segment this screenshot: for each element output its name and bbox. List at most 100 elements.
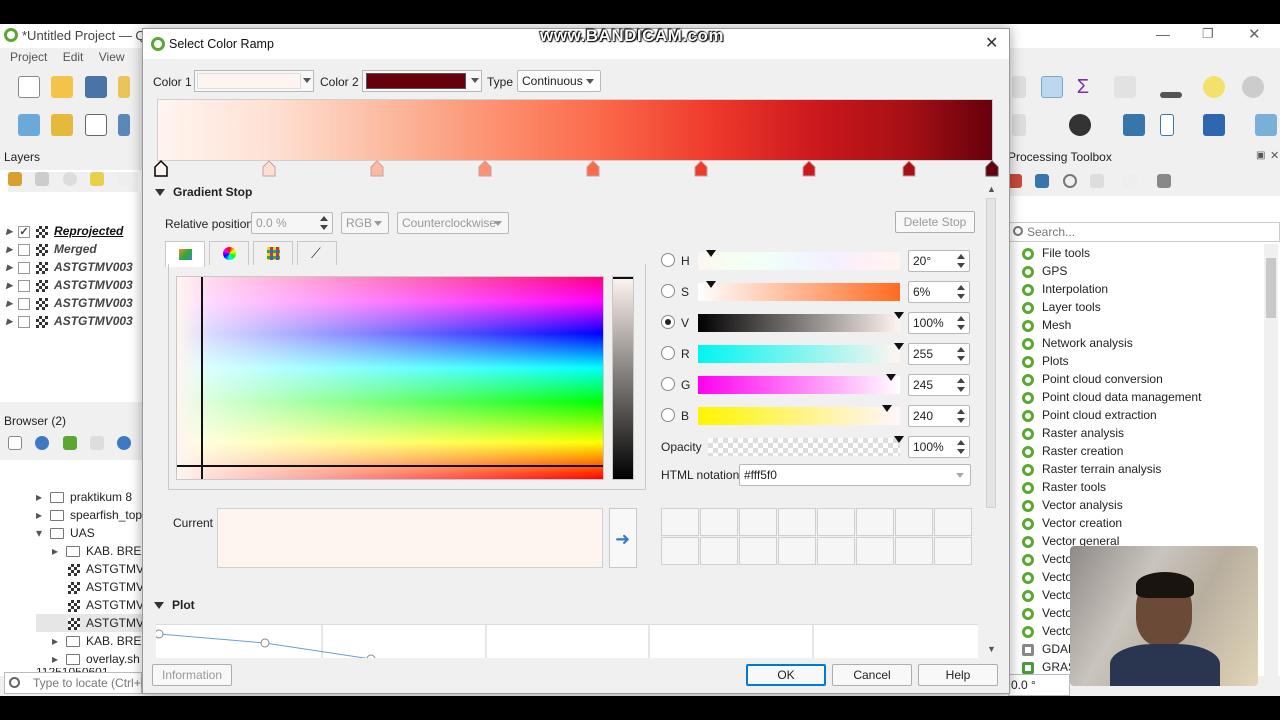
spin-g[interactable]: 245 (908, 374, 970, 396)
list-item[interactable]: ASTGTMV (36, 578, 149, 596)
list-item[interactable]: Point cloud conversion (1022, 370, 1262, 388)
direction-select[interactable]: Counterclockwise (397, 212, 509, 234)
measure-icon[interactable] (1159, 91, 1182, 98)
radio-h[interactable] (661, 253, 675, 267)
gradient-stop-marker[interactable] (262, 160, 276, 177)
check-icon[interactable] (1160, 114, 1175, 136)
add-selected-icon[interactable] (8, 436, 22, 450)
edit-features-icon[interactable] (1123, 174, 1138, 188)
swatch-cell[interactable] (856, 508, 894, 536)
spin-r[interactable]: 255 (908, 343, 970, 365)
print-layout-icon[interactable] (118, 76, 131, 98)
swatch-cell[interactable] (934, 508, 972, 536)
list-item[interactable]: ▸ spearfish_top (36, 506, 149, 524)
cancel-button[interactable]: Cancel (832, 664, 912, 686)
scroll-up-icon[interactable]: ▲ (987, 184, 996, 194)
spin-b[interactable]: 240 (908, 405, 970, 427)
menu-edit[interactable]: Edit (63, 50, 84, 64)
gradient-stop-header[interactable]: Gradient Stop (155, 185, 252, 199)
processing-search-input[interactable]: Search... (1008, 222, 1280, 242)
gradient-stop-marker[interactable] (154, 159, 168, 177)
slider-h-handle[interactable] (706, 250, 716, 257)
layer-item[interactable]: ▸ ✓ Reprojected (6, 222, 133, 240)
hue-value-square[interactable] (176, 276, 604, 480)
save-project-icon[interactable] (84, 76, 107, 98)
filter-icon[interactable] (62, 436, 77, 450)
expression-icon[interactable] (117, 172, 132, 186)
spin-h[interactable]: 20° (908, 250, 970, 272)
gradient-stops-bar[interactable] (153, 159, 1003, 179)
gradient-stop-marker[interactable] (370, 160, 384, 177)
slider-r-handle[interactable] (894, 343, 904, 350)
help-button[interactable]: Help (918, 664, 998, 686)
html-notation-input[interactable]: #fff5f0 (739, 464, 971, 486)
wrench-icon[interactable] (1156, 174, 1171, 188)
layer-item[interactable]: ▸ Merged (6, 240, 133, 258)
list-item[interactable]: Raster tools (1022, 478, 1262, 496)
list-item[interactable]: Vector analysis (1022, 496, 1262, 514)
plot-point[interactable] (366, 654, 376, 658)
slider-v-handle[interactable] (894, 312, 904, 319)
ok-button[interactable]: OK (746, 664, 826, 686)
tab-swatches[interactable] (253, 241, 293, 265)
swatch-cell[interactable] (895, 508, 933, 536)
new-project-icon[interactable] (18, 76, 40, 98)
list-item[interactable]: Point cloud extraction (1022, 406, 1262, 424)
eye-icon[interactable] (62, 172, 77, 186)
python-icon[interactable] (1122, 114, 1145, 136)
scripts-icon[interactable] (1035, 174, 1050, 188)
scroll-down-icon[interactable]: ▼ (987, 644, 996, 654)
list-item[interactable]: Raster creation (1022, 442, 1262, 460)
gradient-stop-marker[interactable] (694, 160, 708, 177)
slider-v[interactable] (698, 314, 900, 332)
list-item[interactable]: ASTGTMV (36, 596, 149, 614)
list-item[interactable]: Interpolation (1022, 280, 1262, 298)
list-item[interactable]: ▸ KAB. BREE (36, 542, 149, 560)
annotation-icon[interactable] (1203, 76, 1226, 98)
plot-point[interactable] (260, 638, 270, 648)
gradient-stop-marker[interactable] (586, 160, 600, 177)
list-item[interactable]: ASTGTMV (36, 560, 149, 578)
slider-g[interactable] (698, 376, 900, 394)
add-layer-icon[interactable] (18, 114, 40, 136)
network-icon[interactable] (1254, 114, 1277, 136)
menu-project[interactable]: Project (10, 50, 47, 64)
swatch-cell[interactable] (856, 537, 894, 565)
locator-bar[interactable]: Type to locate (Ctrl+K) (4, 672, 153, 694)
models-icon[interactable] (1008, 174, 1022, 188)
list-item[interactable]: Network analysis (1022, 334, 1262, 352)
digitize-icon[interactable] (118, 114, 131, 136)
gear-icon[interactable] (1041, 76, 1064, 98)
swatch-cell[interactable] (817, 508, 855, 536)
add-group-icon[interactable] (35, 172, 50, 186)
swatch-cell[interactable] (778, 537, 816, 565)
close-window-icon[interactable]: ✕ (1248, 25, 1261, 43)
swatch-cell[interactable] (778, 508, 816, 536)
list-item[interactable]: File tools (1022, 244, 1262, 262)
list-item[interactable]: Mesh (1022, 316, 1262, 334)
radio-v[interactable] (661, 315, 675, 329)
dialog-scrollbar[interactable]: ▲ ▼ (984, 184, 998, 656)
list-item[interactable]: ▾ UAS (36, 524, 149, 542)
list-item[interactable]: Vector creation (1022, 514, 1262, 532)
type-select[interactable]: Continuous (517, 70, 601, 92)
filter-icon[interactable] (90, 172, 105, 186)
minimize-icon[interactable]: — (1156, 26, 1170, 42)
slider-b-handle[interactable] (882, 405, 892, 412)
menu-view[interactable]: View (99, 50, 125, 64)
list-item[interactable]: ▸ overlay.sh (36, 650, 149, 668)
refresh-icon[interactable] (35, 436, 50, 450)
collapse-icon[interactable] (90, 436, 105, 450)
tab-color-square[interactable] (165, 241, 205, 267)
radio-s[interactable] (661, 284, 675, 298)
value-strip[interactable] (612, 276, 634, 480)
identify-icon[interactable] (1242, 76, 1265, 98)
plot-area[interactable] (156, 624, 978, 658)
list-item[interactable]: ▸ KAB. BREE (36, 632, 149, 650)
information-button[interactable]: Information (152, 664, 232, 686)
table-icon[interactable] (1114, 76, 1137, 98)
layer-item[interactable]: ▸ ASTGTMV003 (6, 312, 133, 330)
list-item[interactable]: Point cloud data management (1022, 388, 1262, 406)
layer-item[interactable]: ▸ ASTGTMV003 (6, 258, 133, 276)
swatch-cell[interactable] (895, 537, 933, 565)
